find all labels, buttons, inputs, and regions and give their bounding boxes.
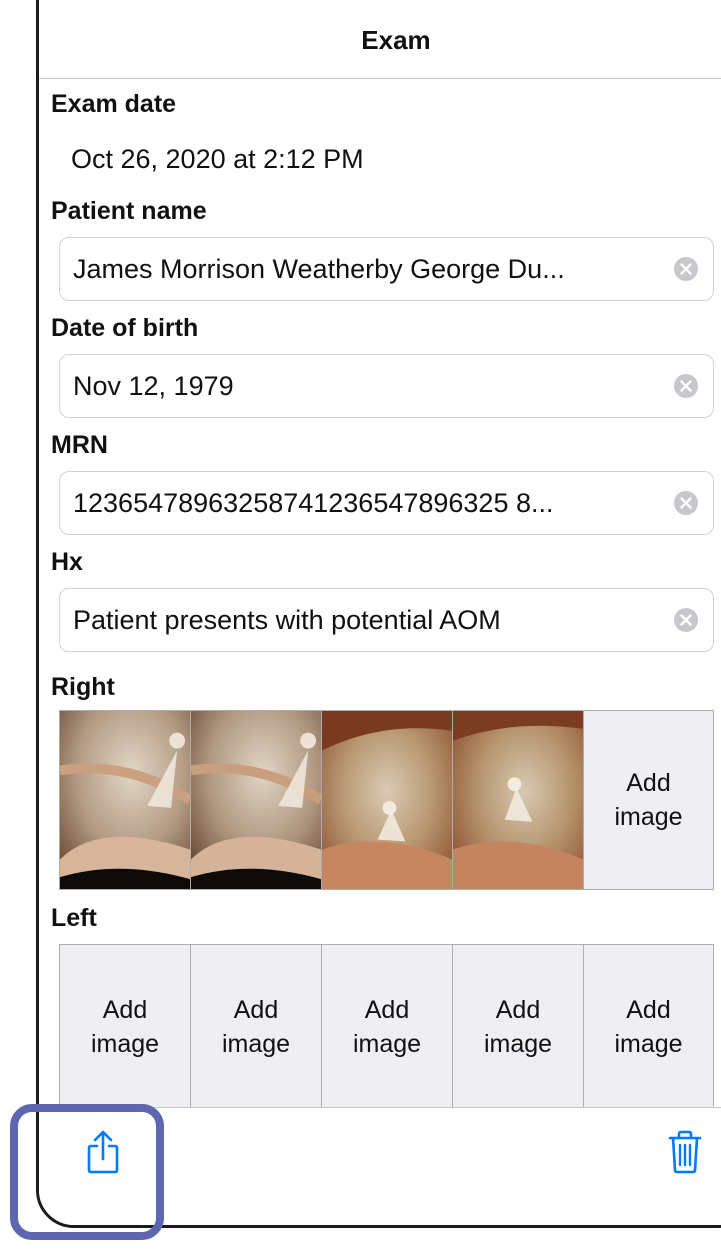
add-image-button[interactable]: Add image (321, 945, 452, 1108)
add-image-label: Add image (352, 995, 422, 1058)
ear-image-thumbnail[interactable] (190, 711, 321, 889)
add-image-button[interactable]: Add image (583, 945, 714, 1108)
patient-name-label: Patient name (51, 197, 207, 225)
add-image-button[interactable]: Add image (452, 945, 583, 1108)
mrn-label: MRN (51, 431, 108, 459)
ear-image-thumbnail[interactable] (452, 711, 583, 889)
ear-exam-image (60, 711, 190, 889)
hx-field[interactable]: Patient presents with potential AOM (59, 588, 714, 652)
add-image-label: Add image (614, 995, 683, 1058)
nav-bar: Exam (39, 3, 721, 79)
clear-icon[interactable] (673, 490, 699, 516)
ear-image-thumbnail[interactable] (321, 711, 452, 889)
left-ear-label: Left (51, 904, 97, 932)
ear-exam-image (191, 711, 321, 889)
trash-icon (668, 1130, 702, 1174)
hx-label: Hx (51, 548, 83, 576)
ear-exam-image (453, 711, 583, 889)
ear-exam-image (322, 711, 452, 889)
date-of-birth-input[interactable]: Nov 12, 1979 (60, 371, 673, 402)
date-of-birth-label: Date of birth (51, 314, 199, 342)
clear-icon[interactable] (673, 373, 699, 399)
clear-icon[interactable] (673, 256, 699, 282)
add-image-label: Add image (614, 769, 683, 831)
add-image-button[interactable]: Add image (59, 945, 190, 1108)
patient-name-field[interactable]: James Morrison Weatherby George Du... (59, 237, 714, 301)
ear-image-thumbnail[interactable] (59, 711, 190, 889)
add-image-label: Add image (221, 995, 291, 1058)
right-ear-images: Add image (59, 710, 714, 890)
mrn-input[interactable]: 12365478963258741236547896325 8... (60, 488, 673, 519)
clear-icon[interactable] (673, 607, 699, 633)
add-image-button[interactable]: Add image (583, 711, 714, 889)
exam-date-value: Oct 26, 2020 at 2:12 PM (71, 144, 364, 174)
hx-input[interactable]: Patient presents with potential AOM (60, 605, 673, 636)
left-ear-images: Add image Add image Add image Add image … (59, 944, 714, 1108)
mrn-field[interactable]: 12365478963258741236547896325 8... (59, 471, 714, 535)
patient-name-input[interactable]: James Morrison Weatherby George Du... (60, 254, 673, 285)
page-title: Exam (361, 25, 431, 55)
right-ear-label: Right (51, 673, 115, 701)
delete-button[interactable] (655, 1122, 715, 1182)
add-image-button[interactable]: Add image (190, 945, 321, 1108)
exam-date-label: Exam date (51, 90, 177, 118)
add-image-label: Add image (90, 995, 160, 1058)
phone-screen: Exam Exam date Oct 26, 2020 at 2:12 PM P… (36, 0, 721, 1228)
add-image-label: Add image (483, 995, 553, 1058)
date-of-birth-field[interactable]: Nov 12, 1979 (59, 354, 714, 418)
share-button-highlight (10, 1104, 164, 1240)
